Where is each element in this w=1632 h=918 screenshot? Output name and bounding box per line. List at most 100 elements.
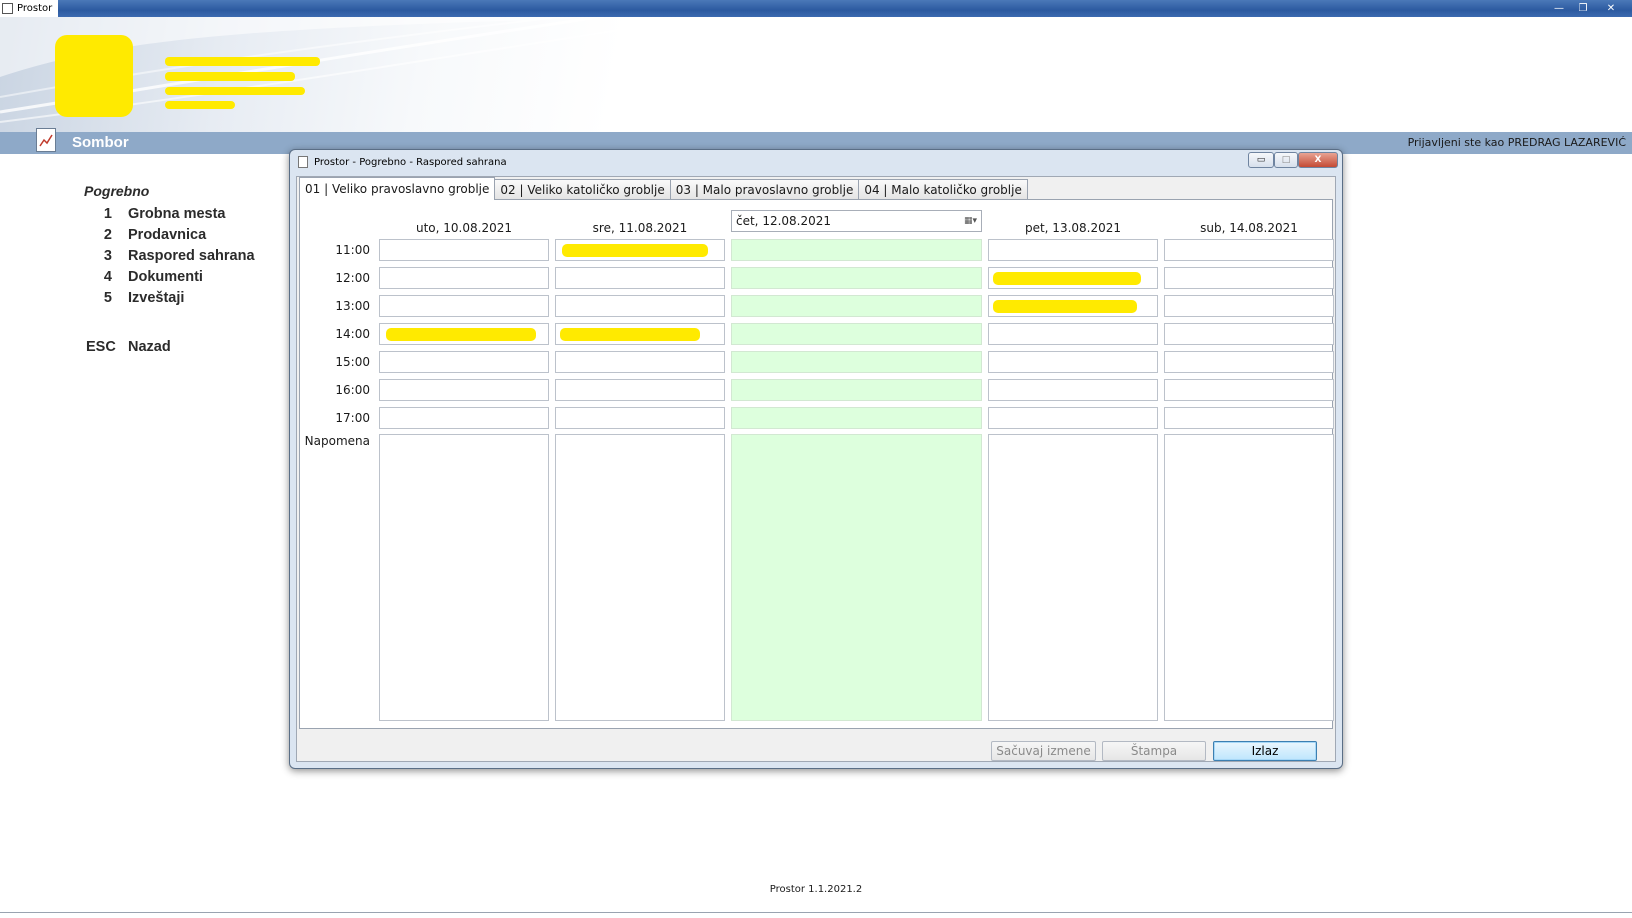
- window-maximize-button[interactable]: ❐: [1572, 0, 1594, 16]
- date-picker[interactable]: čet, 12.08.2021 ▦▾: [731, 210, 982, 232]
- redacted-entry: [562, 244, 708, 257]
- day-header: sre, 11.08.2021: [592, 221, 688, 235]
- schedule-cell[interactable]: [988, 267, 1158, 289]
- schedule-cell[interactable]: [1164, 407, 1334, 429]
- redacted-entry: [386, 328, 536, 341]
- schedule-cell[interactable]: [731, 379, 982, 401]
- window-minimize-button[interactable]: —: [1548, 0, 1570, 16]
- schedule-cell[interactable]: [1164, 351, 1334, 373]
- calendar-dropdown-icon[interactable]: ▦▾: [964, 215, 977, 227]
- menu-item-label: Dokumenti: [128, 268, 203, 285]
- exit-button[interactable]: Izlaz: [1213, 741, 1317, 761]
- schedule-cell[interactable]: [555, 407, 725, 429]
- day-header: uto, 10.08.2021: [416, 221, 512, 235]
- menu-item-label: Grobna mesta: [128, 205, 226, 222]
- menu-section-title: Pogrebno: [84, 183, 150, 199]
- schedule-cell[interactable]: [988, 323, 1158, 345]
- schedule-cell[interactable]: [731, 267, 982, 289]
- time-label: 11:00: [335, 243, 370, 257]
- time-label: 17:00: [335, 411, 370, 425]
- redacted-text: [165, 57, 320, 66]
- note-label: Napomena: [304, 434, 370, 448]
- day-header: sub, 14.08.2021: [1200, 221, 1298, 235]
- menu-item-key: 2: [103, 226, 112, 243]
- menu-item-back[interactable]: ESC Nazad: [84, 336, 255, 357]
- tab-veliko-katolicko[interactable]: 02 | Veliko katoličko groblje: [494, 179, 671, 199]
- note-cell[interactable]: [1164, 434, 1334, 721]
- schedule-cell[interactable]: [555, 239, 725, 261]
- schedule-cell[interactable]: [379, 239, 549, 261]
- date-picker-value: čet, 12.08.2021: [736, 214, 832, 228]
- schedule-cell[interactable]: [555, 379, 725, 401]
- schedule-cell[interactable]: [555, 267, 725, 289]
- login-status: Prijavljeni ste kao PREDRAG LAZAREVIĆ: [1407, 136, 1626, 149]
- redacted-text: [165, 87, 305, 95]
- schedule-cell[interactable]: [379, 295, 549, 317]
- note-cell[interactable]: [379, 434, 549, 721]
- menu-item-prodavnica[interactable]: 2 Prodavnica: [84, 224, 255, 245]
- tab-malo-katolicko[interactable]: 04 | Malo katoličko groblje: [858, 179, 1028, 199]
- schedule-cell[interactable]: [731, 323, 982, 345]
- schedule-cell[interactable]: [988, 295, 1158, 317]
- schedule-cell[interactable]: [731, 295, 982, 317]
- print-button[interactable]: Štampa: [1102, 741, 1206, 761]
- time-label: 16:00: [335, 383, 370, 397]
- schedule-cell[interactable]: [555, 351, 725, 373]
- schedule-cell[interactable]: [379, 323, 549, 345]
- redacted-entry: [560, 328, 700, 341]
- time-label: 13:00: [335, 299, 370, 313]
- schedule-cell[interactable]: [731, 351, 982, 373]
- header-banner: [0, 17, 1632, 132]
- os-titlebar: Prostor — ❐ ✕: [0, 0, 1632, 17]
- schedule-cell[interactable]: [731, 239, 982, 261]
- menu-item-key: 1: [103, 205, 112, 222]
- dialog-maximize-button[interactable]: □: [1274, 152, 1298, 168]
- tab-veliko-pravoslavno[interactable]: 01 | Veliko pravoslavno groblje: [299, 177, 496, 200]
- save-changes-button[interactable]: Sačuvaj izmene: [991, 741, 1096, 761]
- location-city: Sombor: [72, 134, 129, 151]
- schedule-grid: uto, 10.08.2021 sre, 11.08.2021 čet, 12.…: [300, 200, 1334, 728]
- schedule-cell[interactable]: [988, 407, 1158, 429]
- dialog-close-button[interactable]: X: [1298, 152, 1338, 168]
- dialog-minimize-button[interactable]: ▭: [1248, 152, 1274, 168]
- menu-item-label: Raspored sahrana: [128, 247, 255, 264]
- menu-item-key: 3: [103, 247, 112, 264]
- time-label: 15:00: [335, 355, 370, 369]
- schedule-cell[interactable]: [555, 323, 725, 345]
- dialog-titlebar: Prostor - Pogrebno - Raspored sahrana: [290, 150, 1350, 174]
- window-title-wrap: Prostor: [0, 0, 59, 17]
- schedule-cell[interactable]: [1164, 239, 1334, 261]
- note-cell[interactable]: [988, 434, 1158, 721]
- schedule-cell[interactable]: [379, 267, 549, 289]
- redacted-text: [165, 72, 295, 81]
- menu-item-key: 4: [103, 268, 112, 285]
- tab-malo-pravoslavno[interactable]: 03 | Malo pravoslavno groblje: [669, 179, 860, 199]
- menu-item-dokumenti[interactable]: 4 Dokumenti: [84, 266, 255, 287]
- redacted-entry: [993, 300, 1137, 313]
- menu-item-label: Prodavnica: [128, 226, 207, 243]
- schedule-cell[interactable]: [379, 379, 549, 401]
- menu-item-label: Izveštaji: [128, 289, 185, 306]
- schedule-cell[interactable]: [379, 351, 549, 373]
- dialog-title: Prostor - Pogrebno - Raspored sahrana: [314, 156, 507, 168]
- schedule-cell[interactable]: [988, 351, 1158, 373]
- dialog-client-area: 01 | Veliko pravoslavno groblje 02 | Vel…: [296, 176, 1336, 762]
- menu-item-key: 5: [103, 289, 112, 306]
- schedule-cell[interactable]: [1164, 267, 1334, 289]
- schedule-cell[interactable]: [988, 239, 1158, 261]
- schedule-cell[interactable]: [988, 379, 1158, 401]
- tab-panel: uto, 10.08.2021 sre, 11.08.2021 čet, 12.…: [299, 199, 1334, 729]
- menu-item-grobna-mesta[interactable]: 1 Grobna mesta: [84, 203, 255, 224]
- schedule-cell[interactable]: [1164, 379, 1334, 401]
- schedule-cell[interactable]: [1164, 323, 1334, 345]
- menu-item-raspored-sahrana[interactable]: 3 Raspored sahrana: [84, 245, 255, 266]
- schedule-cell[interactable]: [731, 407, 982, 429]
- schedule-cell[interactable]: [379, 407, 549, 429]
- menu-item-izvestaji[interactable]: 5 Izveštaji: [84, 287, 255, 308]
- side-menu: Pogrebno 1 Grobna mesta 2 Prodavnica 3 Rasp…: [84, 183, 255, 357]
- schedule-cell[interactable]: [1164, 295, 1334, 317]
- note-cell[interactable]: [731, 434, 982, 721]
- note-cell[interactable]: [555, 434, 725, 721]
- schedule-cell[interactable]: [555, 295, 725, 317]
- window-close-button[interactable]: ✕: [1596, 0, 1626, 16]
